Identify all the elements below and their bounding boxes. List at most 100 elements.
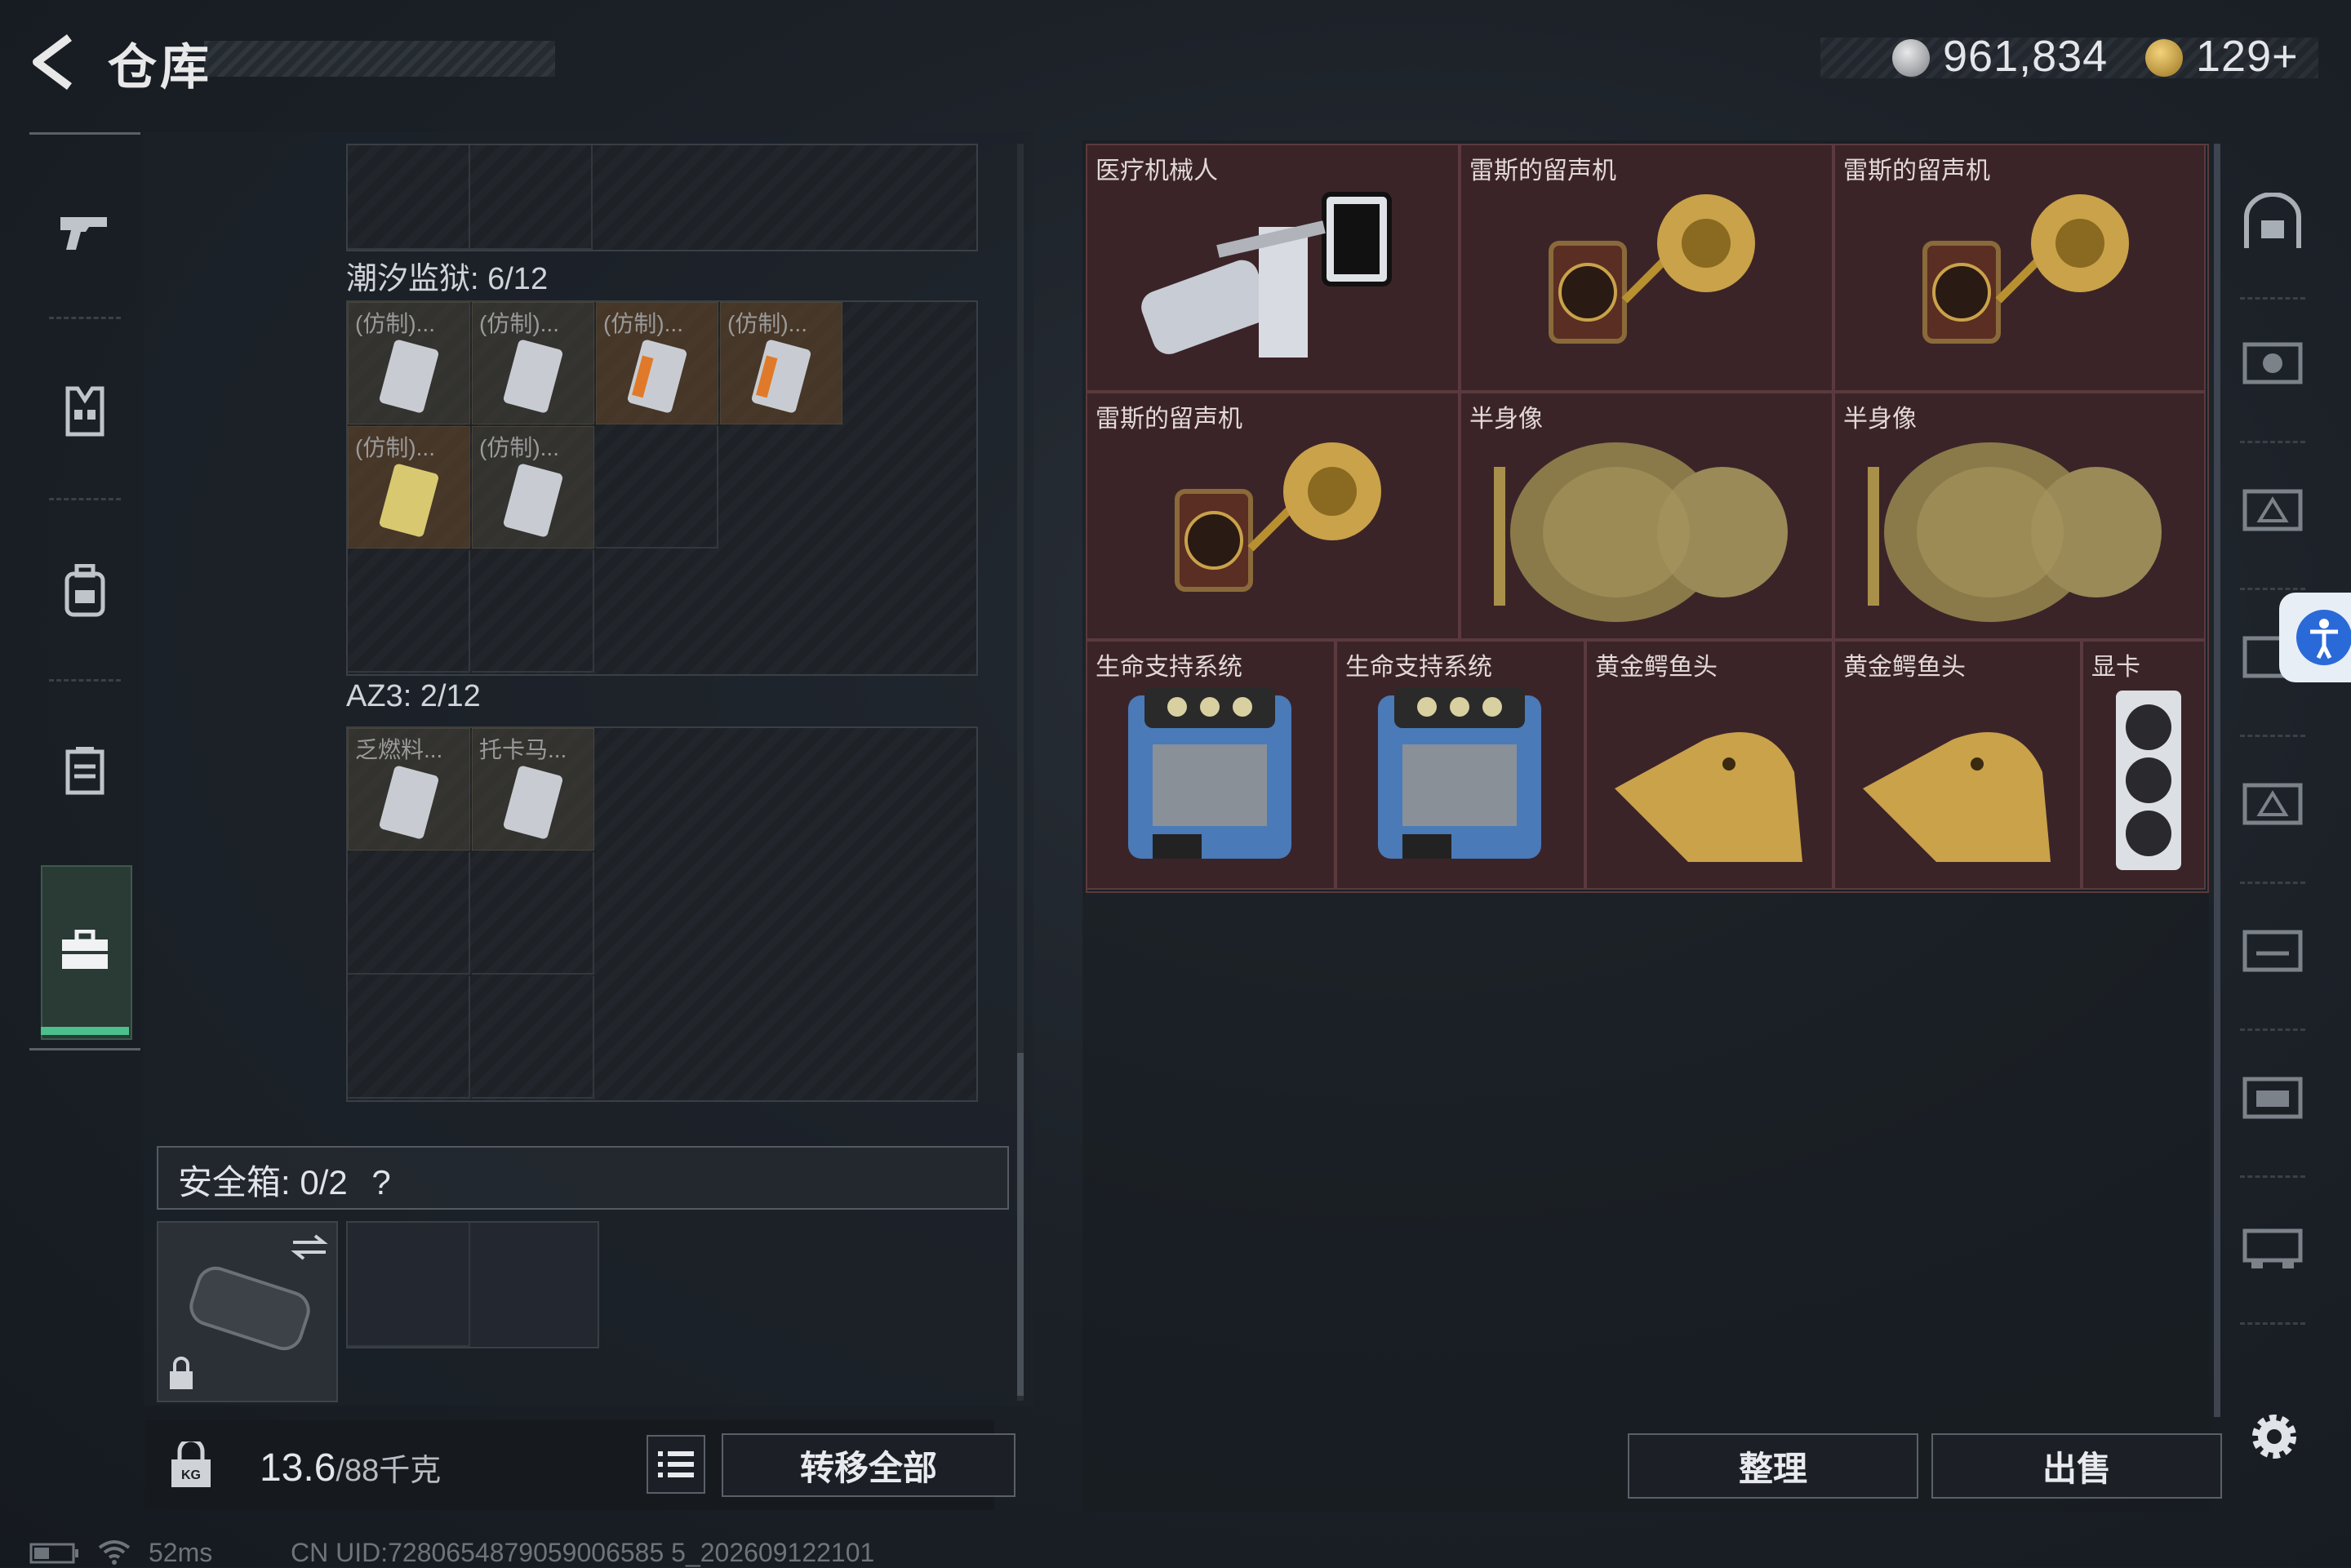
tab-toolbox[interactable]: [49, 914, 121, 986]
tab-container[interactable]: [49, 735, 121, 806]
silver-coin-icon: [1892, 39, 1930, 77]
page-title: 仓库: [108, 40, 212, 95]
storage-item[interactable]: 黄金鳄鱼头: [1585, 640, 1833, 890]
rail-divider: [49, 317, 121, 319]
key-card-icon: [379, 766, 439, 839]
grid-item[interactable]: (仿制)...: [472, 302, 594, 424]
back-button[interactable]: [24, 29, 90, 95]
storage-item[interactable]: 雷斯的留声机: [1460, 144, 1833, 392]
key-card-icon: [503, 464, 563, 537]
storage-item[interactable]: 显卡: [2082, 640, 2206, 890]
list-icon: [658, 1451, 694, 1477]
key-card-icon: [751, 340, 811, 413]
grid-item[interactable]: (仿制)...: [348, 302, 470, 424]
az3-title: AZ3: 2/12: [346, 679, 481, 713]
storage-scrollbar[interactable]: [2214, 144, 2220, 1417]
key-card-icon: [503, 766, 563, 839]
safe-box-slot[interactable]: [157, 1221, 338, 1402]
wifi-icon: [98, 1540, 131, 1565]
tab-divider: [2240, 441, 2305, 443]
storage-item[interactable]: 半身像: [1460, 392, 1833, 640]
grid-item[interactable]: (仿制)...: [348, 426, 470, 549]
storage-item[interactable]: 雷斯的留声机: [1086, 392, 1460, 640]
az3-grid: 乏燃料... 托卡马...: [346, 726, 978, 1102]
storage-tab-icon: [2242, 1228, 2303, 1268]
vest-icon: [65, 386, 104, 437]
tide-prison-title: 潮汐监狱: 6/12: [346, 262, 549, 296]
storage-item[interactable]: 黄金鳄鱼头: [1833, 640, 2082, 890]
life-support-icon: [1378, 687, 1541, 859]
grid-item[interactable]: (仿制)...: [596, 302, 718, 424]
toolbox-icon: [62, 930, 108, 969]
svg-text:KG: KG: [181, 1468, 201, 1482]
title-decoration: [204, 41, 555, 77]
life-support-icon: [1128, 687, 1291, 859]
settings-button[interactable]: [2243, 1406, 2305, 1472]
storage-tab-icon: [2242, 783, 2303, 825]
safe-box-empty-slots[interactable]: [346, 1221, 599, 1348]
tab-storage-4[interactable]: [2237, 757, 2309, 847]
sort-button[interactable]: 整理: [1628, 1433, 1918, 1499]
tab-storage-main[interactable]: [2237, 176, 2309, 266]
tab-storage-5[interactable]: [2237, 904, 2309, 994]
bust-statue-icon: [1868, 442, 2162, 622]
tab-storage-7[interactable]: [2237, 1198, 2309, 1288]
key-card-icon: [503, 340, 563, 413]
tab-divider: [2240, 735, 2305, 737]
tab-divider: [2240, 1322, 2305, 1325]
item-label: 黄金鳄鱼头: [1595, 654, 1718, 681]
grid-item[interactable]: 托卡马...: [472, 728, 594, 851]
weight-max: /88千克: [336, 1454, 442, 1488]
gold-currency-value[interactable]: 129+: [2196, 31, 2299, 82]
tab-backpack[interactable]: [49, 555, 121, 627]
tab-armor[interactable]: [49, 375, 121, 447]
help-button[interactable]: ?: [371, 1163, 390, 1202]
weight-lock-icon: KG: [171, 1441, 211, 1487]
weight-value: 13.6/88千克: [260, 1445, 441, 1490]
rail-divider: [49, 679, 121, 682]
accessibility-button[interactable]: [2279, 593, 2351, 682]
swap-icon[interactable]: [289, 1231, 330, 1264]
golden-crocodile-head-icon: [1863, 732, 2051, 862]
loadout-scroll-thumb[interactable]: [1017, 1053, 1024, 1396]
grid-item[interactable]: 乏燃料...: [348, 728, 470, 851]
active-tab-indicator: [41, 1027, 129, 1035]
vault-icon: [2244, 193, 2301, 248]
tab-divider: [2240, 882, 2305, 884]
settings-icon: [2252, 1415, 2296, 1459]
storage-tab-icon: [2242, 1077, 2303, 1119]
item-label: 生命支持系统: [1096, 654, 1242, 681]
storage-tab-icon: [2242, 489, 2303, 531]
item-label: 显卡: [2091, 654, 2140, 681]
safe-box-item-icon: [189, 1266, 310, 1351]
list-view-button[interactable]: [647, 1435, 705, 1494]
storage-item[interactable]: 半身像: [1833, 392, 2206, 640]
storage-item[interactable]: 雷斯的留声机: [1833, 144, 2206, 392]
pistol-icon: [60, 217, 107, 250]
graphics-card-icon: [2116, 691, 2181, 870]
container-icon: [65, 747, 104, 795]
transfer-all-button[interactable]: 转移全部: [722, 1433, 1016, 1497]
sell-button[interactable]: 出售: [1931, 1433, 2222, 1499]
tab-storage-1[interactable]: [2237, 317, 2309, 406]
tab-divider: [2240, 1028, 2305, 1031]
storage-item[interactable]: 生命支持系统: [1086, 640, 1335, 890]
grid-item[interactable]: (仿制)...: [472, 426, 594, 549]
key-card-icon: [379, 340, 439, 413]
item-label: 黄金鳄鱼头: [1843, 654, 1966, 681]
key-card-icon: [379, 464, 439, 537]
gold-coin-icon: [2145, 39, 2183, 77]
tab-storage-2[interactable]: [2237, 464, 2309, 553]
storage-tab-icon: [2242, 930, 2303, 972]
backpack-icon: [64, 564, 105, 617]
gramophone-icon: [1549, 194, 1755, 344]
tab-divider: [2240, 588, 2305, 590]
tab-storage-6[interactable]: [2237, 1051, 2309, 1141]
tab-weapons[interactable]: [49, 196, 121, 268]
storage-tab-icon: [2242, 342, 2303, 384]
storage-item[interactable]: 生命支持系统: [1335, 640, 1585, 890]
back-arrow-icon: [33, 34, 72, 90]
tab-divider: [2240, 1175, 2305, 1178]
grid-item[interactable]: (仿制)...: [720, 302, 842, 424]
storage-item[interactable]: 医疗机械人: [1086, 144, 1460, 392]
